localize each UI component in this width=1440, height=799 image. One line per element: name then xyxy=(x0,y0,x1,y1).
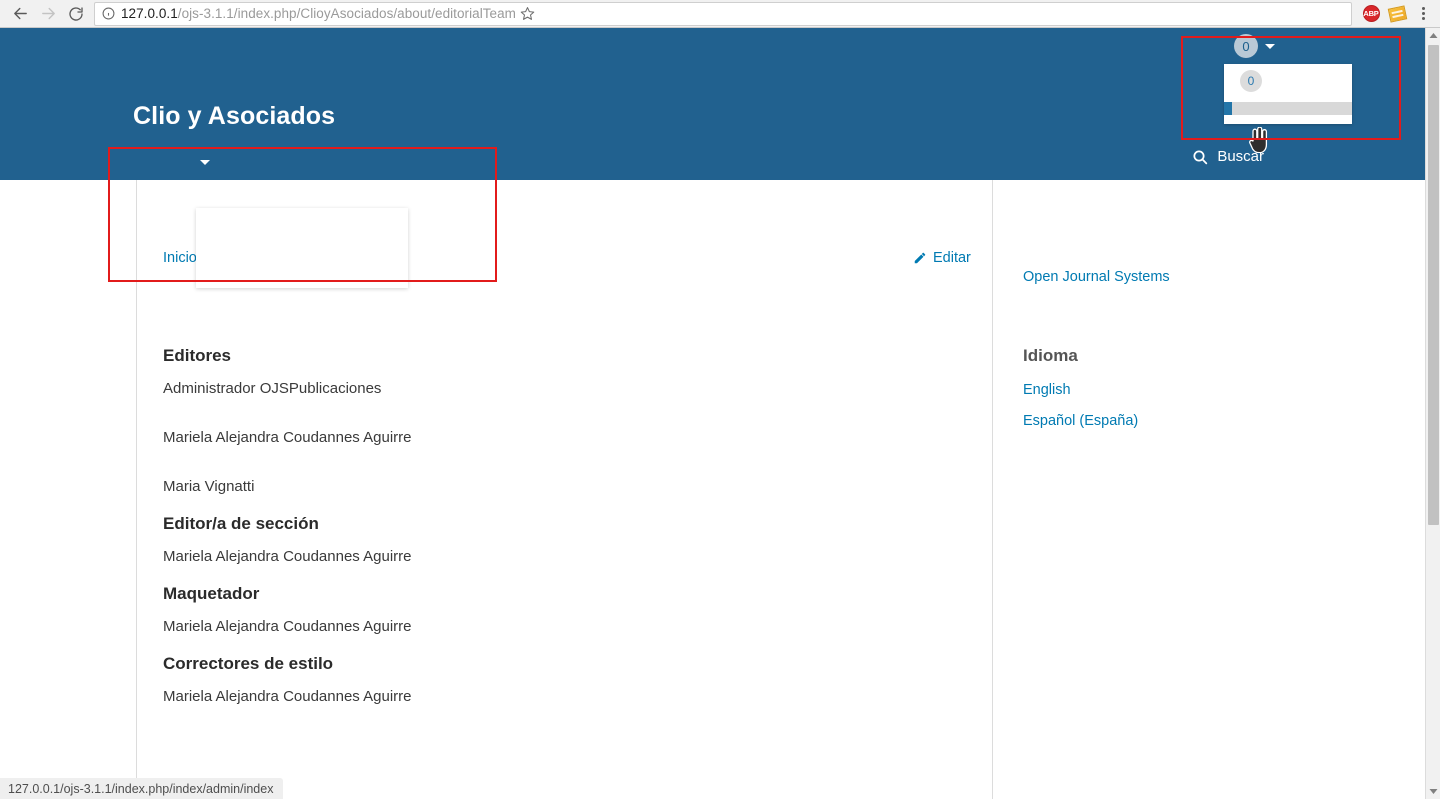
note-extension-icon[interactable] xyxy=(1384,0,1410,28)
team-member: Mariela Alejandra Coudannes Aguirre xyxy=(163,548,412,565)
kebab-dot xyxy=(1421,12,1425,15)
team-group-heading: Editor/a de sección xyxy=(163,514,319,533)
sidebar-language-heading: Idioma xyxy=(1023,346,1078,365)
team-group-heading: Editores xyxy=(163,346,232,365)
address-bar-url: 127.0.0.1/ojs-3.1.1/index.php/ClioyAsoci… xyxy=(117,6,516,21)
team-member: Administrador OJSPublicaciones xyxy=(163,380,382,397)
url-host: 127.0.0.1 xyxy=(121,6,178,21)
team-group-heading: Maquetador xyxy=(163,584,260,603)
abp-extension-icon[interactable]: ABP xyxy=(1358,0,1384,28)
browser-nav-buttons xyxy=(0,0,90,28)
edit-page-link[interactable]: Editar xyxy=(913,250,971,266)
browser-menu-icon[interactable] xyxy=(1410,0,1436,28)
content-right-divider xyxy=(992,180,993,799)
browser-toolbar: 127.0.0.1/ojs-3.1.1/index.php/ClioyAsoci… xyxy=(0,0,1440,28)
page-viewport: Clio y Asociados Buscar 0 0 Inicio Edita… xyxy=(0,28,1440,799)
page-scrollbar[interactable] xyxy=(1425,28,1440,799)
team-group: Correctores de estilo Mariela Alejandra … xyxy=(163,636,963,706)
team-group-heading: Correctores de estilo xyxy=(163,654,334,673)
search-icon xyxy=(1192,149,1208,165)
user-dropdown-avatar: 0 xyxy=(1240,70,1262,92)
team-member: Maria Vignatti xyxy=(163,478,255,495)
abp-badge-label: ABP xyxy=(1362,5,1380,22)
team-member: Mariela Alejandra Coudannes Aguirre xyxy=(163,618,412,635)
reload-icon[interactable] xyxy=(62,0,90,28)
editorial-team-list: Editores Administrador OJSPublicaciones … xyxy=(163,328,963,706)
site-info-icon[interactable] xyxy=(99,5,117,23)
journal-title: Clio y Asociados xyxy=(133,102,336,130)
nav-dropdown-caret-icon[interactable] xyxy=(198,155,212,169)
team-member: Mariela Alejandra Coudannes Aguirre xyxy=(163,429,412,446)
team-group: Editor/a de sección Mariela Alejandra Co… xyxy=(163,496,963,566)
team-group: Editores Administrador OJSPublicaciones … xyxy=(163,328,963,496)
user-dropdown-menu-item[interactable] xyxy=(1224,102,1352,115)
search-nav-label: Buscar xyxy=(1217,148,1264,165)
sidebar-language-english[interactable]: English xyxy=(1023,382,1283,398)
scroll-down-icon[interactable] xyxy=(1426,784,1440,799)
team-group: Maquetador Mariela Alejandra Coudannes A… xyxy=(163,566,963,636)
content-left-divider xyxy=(136,180,137,799)
team-member: Mariela Alejandra Coudannes Aguirre xyxy=(163,688,412,705)
search-nav-link[interactable]: Buscar xyxy=(1192,148,1264,165)
pencil-icon xyxy=(913,251,927,265)
bookmark-star-icon[interactable] xyxy=(516,6,540,21)
status-bar: 127.0.0.1/ojs-3.1.1/index.php/index/admi… xyxy=(0,778,284,799)
kebab-dot xyxy=(1421,7,1425,10)
user-dropdown-panel[interactable]: 0 xyxy=(1224,64,1352,124)
edit-page-label: Editar xyxy=(933,250,971,266)
scrollbar-thumb[interactable] xyxy=(1428,45,1439,525)
note-glyph xyxy=(1387,4,1407,23)
sidebar: Open Journal Systems Idioma English Espa… xyxy=(1023,180,1283,444)
url-path: /ojs-3.1.1/index.php/ClioyAsociados/abou… xyxy=(177,6,516,21)
user-dropdown-item-marker xyxy=(1224,102,1232,115)
forward-icon[interactable] xyxy=(34,0,62,28)
address-bar[interactable]: 127.0.0.1/ojs-3.1.1/index.php/ClioyAsoci… xyxy=(94,1,1352,26)
user-menu-caret-icon[interactable] xyxy=(1264,40,1276,52)
breadcrumb[interactable]: Inicio xyxy=(163,250,197,266)
nav-dropdown-panel[interactable] xyxy=(196,208,408,288)
user-avatar[interactable]: 0 xyxy=(1234,34,1258,58)
sidebar-link-open-journal-systems[interactable]: Open Journal Systems xyxy=(1023,180,1283,285)
scroll-up-icon[interactable] xyxy=(1426,28,1440,43)
back-icon[interactable] xyxy=(6,0,34,28)
sidebar-language-spanish[interactable]: Español (España) xyxy=(1023,413,1283,429)
kebab-dot xyxy=(1421,17,1425,20)
